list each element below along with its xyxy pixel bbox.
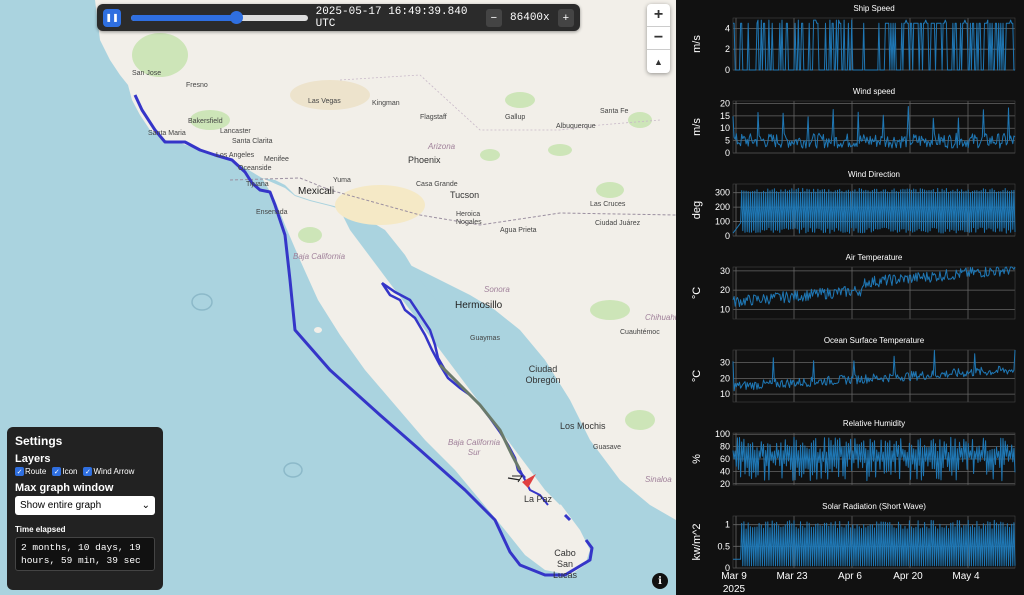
- pause-button[interactable]: ❚❚: [103, 8, 122, 27]
- y-tick-label: 0.5: [717, 541, 730, 551]
- x-tick-label: Mar 23: [776, 571, 808, 582]
- max-graph-title: Max graph window: [15, 482, 114, 494]
- y-tick-label: 100: [715, 217, 730, 227]
- series-line: [732, 187, 1016, 234]
- y-tick-label: 1: [725, 520, 730, 530]
- y-tick-label: 100: [715, 429, 730, 439]
- y-tick-label: 4: [725, 23, 730, 33]
- layer-label: Icon: [62, 467, 78, 476]
- chart-title: Ship Speed: [853, 4, 894, 13]
- y-tick-label: 20: [720, 373, 730, 383]
- charts-panel: Ship Speed 0 2 4 m/s Wind speed 0 5 10 15 20 m/s Win…: [676, 0, 1024, 595]
- y-tick-label: 10: [720, 304, 730, 314]
- x-year-label: 2025: [723, 584, 746, 595]
- x-tick-label: Apr 20: [893, 571, 923, 582]
- layer-icon[interactable]: ✓ Icon: [52, 467, 77, 476]
- chart-title: Solar Radiation (Short Wave): [822, 502, 926, 511]
- info-button[interactable]: i: [652, 573, 668, 589]
- chart-title: Ocean Surface Temperature: [824, 336, 925, 345]
- y-tick-label: 2: [725, 44, 730, 54]
- app-root: San Jose Fresno Las Vegas Bakersfield La…: [0, 0, 1024, 595]
- chart-title: Wind Direction: [848, 170, 900, 179]
- y-tick-label: 10: [720, 389, 730, 399]
- y-axis-label: °C: [691, 370, 703, 382]
- elapsed-label: Time elapsed: [15, 525, 66, 534]
- x-tick-label: Apr 6: [838, 571, 862, 582]
- max-graph-select[interactable]: Show entire graph ⌄: [15, 496, 155, 515]
- layer-route[interactable]: ✓ Route: [15, 467, 46, 476]
- charts-svg: Ship Speed024m/sWind speed05101520m/sWin…: [691, 4, 1016, 595]
- pause-icon: ❚❚: [105, 13, 119, 22]
- y-tick-label: 80: [720, 442, 730, 452]
- playback-time: 2025-05-17 16:49:39.840 UTC: [315, 5, 468, 30]
- map-view[interactable]: San Jose Fresno Las Vegas Bakersfield La…: [0, 0, 676, 595]
- layer-label: Wind Arrow: [93, 467, 135, 476]
- timeline-slider[interactable]: [131, 10, 308, 24]
- y-tick-label: 200: [715, 202, 730, 212]
- y-tick-label: 60: [720, 454, 730, 464]
- y-tick-label: 20: [720, 479, 730, 489]
- series-line: [733, 19, 1015, 71]
- y-axis-label: deg: [691, 201, 703, 219]
- timeline-handle[interactable]: [229, 10, 243, 24]
- y-tick-label: 5: [725, 136, 730, 146]
- compass-icon: ▲: [654, 56, 663, 67]
- y-tick-label: 10: [720, 123, 730, 133]
- settings-title: Settings: [15, 434, 63, 448]
- chart-title: Air Temperature: [846, 253, 903, 262]
- checkbox-icon[interactable]: ✓: [83, 467, 93, 476]
- y-tick-label: 30: [720, 266, 730, 276]
- layer-label: Route: [25, 467, 47, 476]
- layers-list: ✓ Route ✓ Icon ✓ Wind Arrow: [15, 467, 155, 476]
- y-tick-label: 0: [725, 231, 730, 241]
- y-tick-label: 20: [720, 285, 730, 295]
- layers-title: Layers: [15, 453, 51, 465]
- series-line: [732, 436, 1016, 482]
- y-tick-label: 20: [720, 98, 730, 108]
- y-tick-label: 0: [725, 148, 730, 158]
- y-tick-label: 40: [720, 466, 730, 476]
- checkbox-icon[interactable]: ✓: [15, 467, 24, 476]
- series-line: [733, 519, 1016, 567]
- speed-decrease-button[interactable]: −: [485, 8, 503, 27]
- y-tick-label: 0: [725, 65, 730, 75]
- settings-panel: Settings Layers ✓ Route ✓ Icon ✓ Wind Arrow…: [7, 427, 163, 590]
- y-axis-label: %: [691, 454, 703, 464]
- series-line: [732, 266, 1016, 307]
- y-axis-label: kw/m^2: [691, 524, 703, 561]
- layer-wind-arrow[interactable]: ✓ Wind Arrow: [83, 467, 134, 476]
- series-line: [732, 349, 1016, 392]
- chart-title: Relative Humidity: [843, 419, 905, 428]
- chevron-down-icon: ⌄: [141, 500, 150, 511]
- timeline-fill: [131, 14, 236, 21]
- checkbox-icon[interactable]: ✓: [52, 467, 62, 476]
- playback-bar: ❚❚ 2025-05-17 16:49:39.840 UTC − 86400x …: [97, 4, 580, 31]
- select-value: Show entire graph: [20, 500, 102, 511]
- chart-title: Wind speed: [853, 87, 895, 96]
- y-tick-label: 300: [715, 188, 730, 198]
- playback-speed: 86400x: [510, 11, 550, 24]
- y-tick-label: 30: [720, 358, 730, 368]
- compass-button[interactable]: ▲: [647, 50, 670, 73]
- zoom-control: + − ▲: [647, 4, 670, 73]
- zoom-out-button[interactable]: −: [647, 27, 670, 50]
- elapsed-field[interactable]: 2 months, 10 days, 19 hours, 59 min, 39 …: [15, 537, 155, 571]
- series-line: [732, 106, 1016, 149]
- x-tick-label: Mar 9: [721, 571, 747, 582]
- y-axis-label: m/s: [691, 118, 703, 136]
- zoom-in-button[interactable]: +: [647, 4, 670, 27]
- x-tick-label: May 4: [952, 571, 980, 582]
- speed-increase-button[interactable]: +: [557, 8, 575, 27]
- y-axis-label: °C: [691, 287, 703, 299]
- y-tick-label: 15: [720, 111, 730, 121]
- y-axis-label: m/s: [691, 35, 703, 53]
